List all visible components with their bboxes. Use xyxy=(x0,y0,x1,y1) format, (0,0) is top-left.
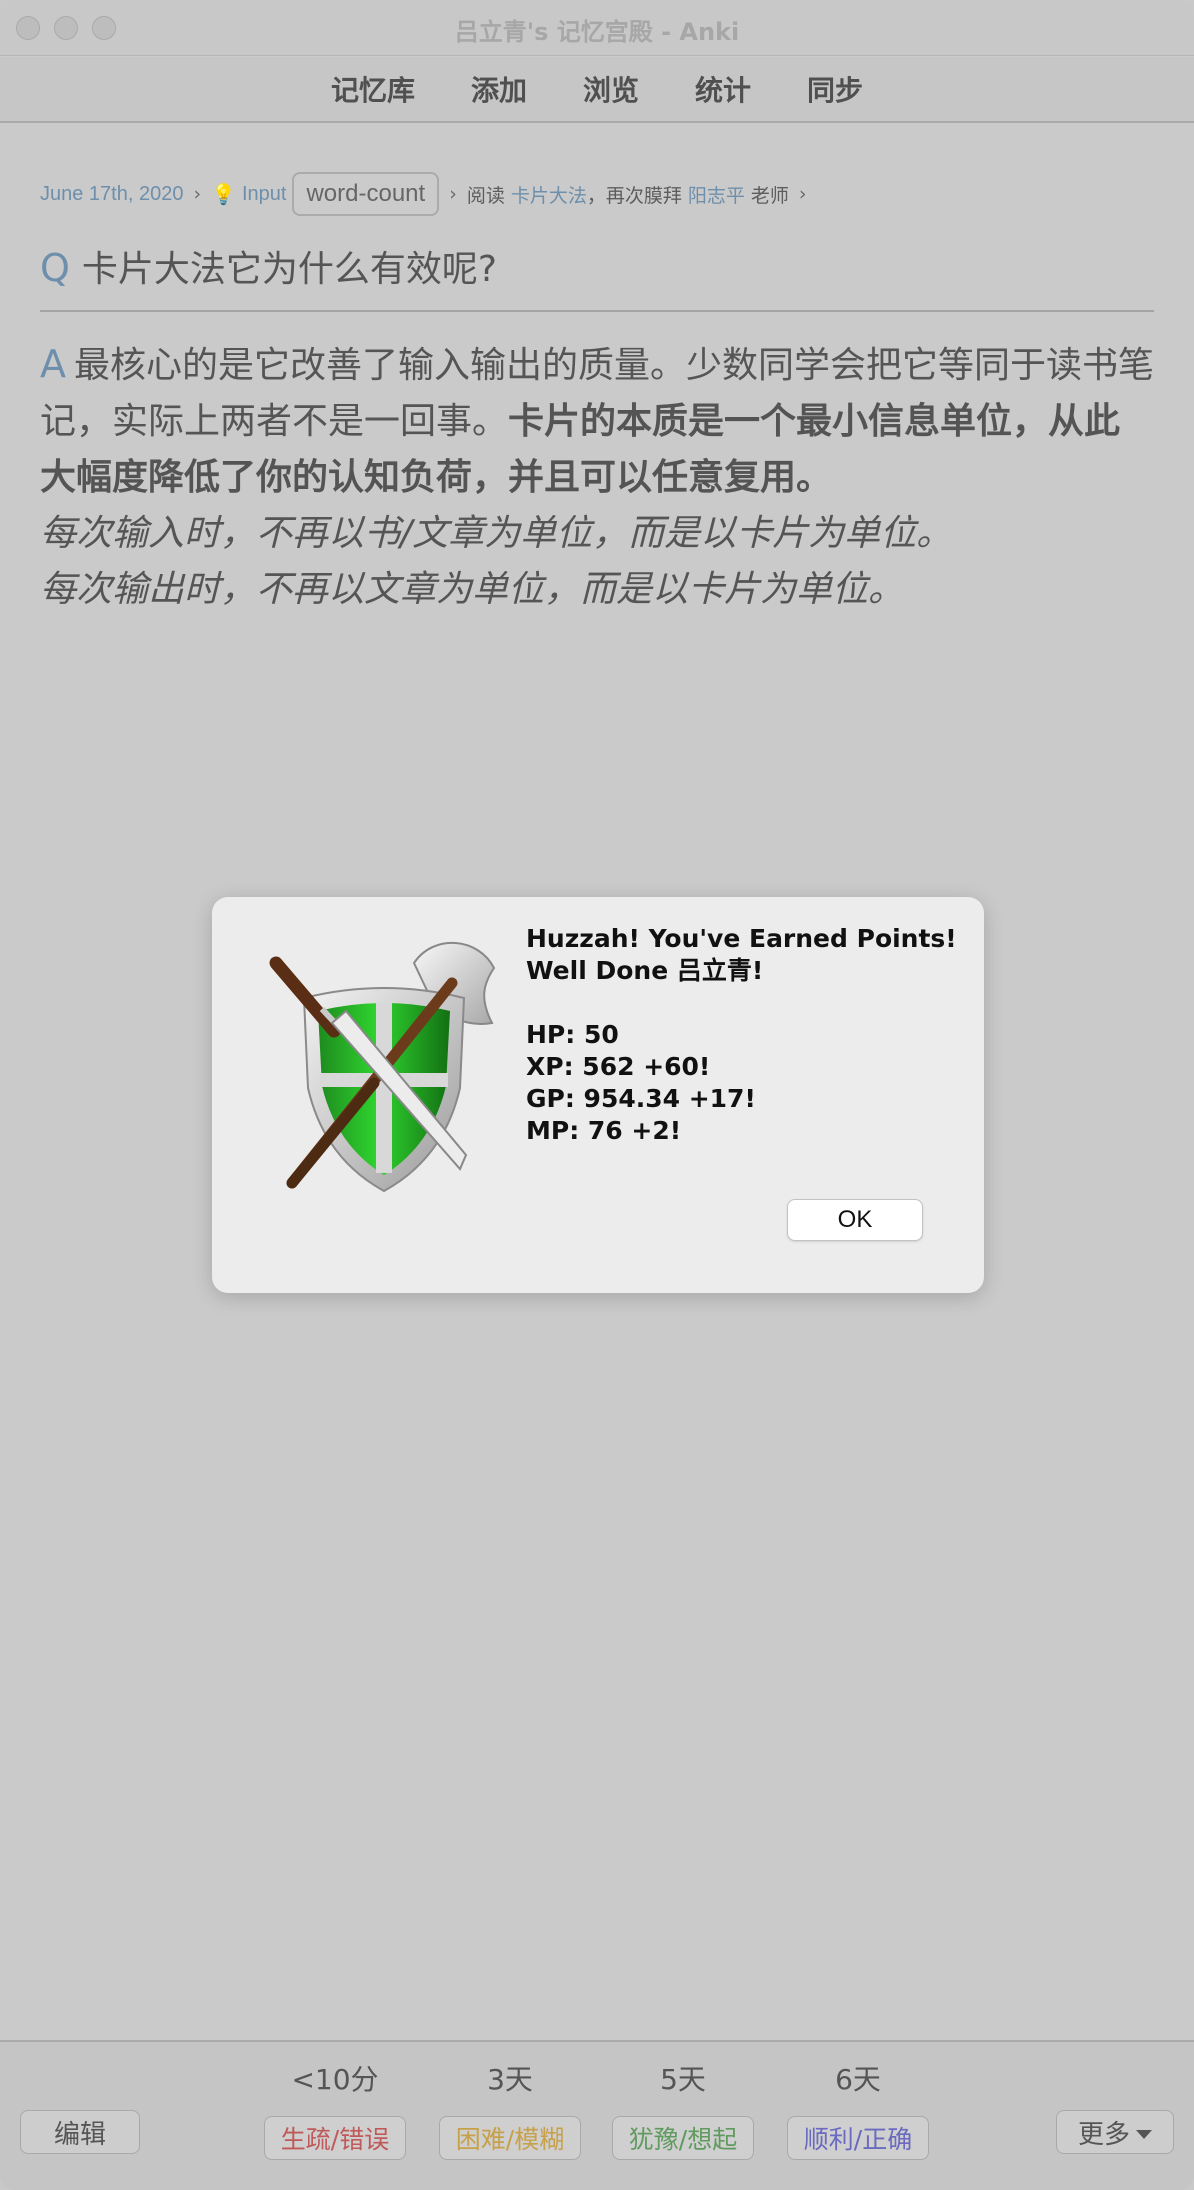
ok-button[interactable]: OK xyxy=(787,1199,923,1241)
breadcrumb-middle-text: ，再次膜拜 xyxy=(586,184,682,207)
anki-window: 吕立青's 记忆宫殿 - Anki 记忆库 添加 浏览 统计 同步 June 1… xyxy=(0,0,1194,2190)
answer-marker: A xyxy=(40,342,66,386)
again-button[interactable]: 生疏/错误 xyxy=(264,2116,406,2160)
breadcrumb-separator: › xyxy=(798,183,807,205)
gp-stat: GP: 954.34 +17! xyxy=(526,1084,756,1113)
breadcrumb-date[interactable]: June 17th, 2020 xyxy=(40,183,183,206)
toolbar-sync[interactable]: 同步 xyxy=(807,69,863,109)
xp-stat: XP: 562 +60! xyxy=(526,1052,711,1081)
answer-italic-line-1: 每次输入时，不再以书/文章为单位，而是以卡片为单位。 xyxy=(40,513,953,554)
question-text: 卡片大法它为什么有效呢? xyxy=(81,249,498,290)
answer: A 最核心的是它改善了输入输出的质量。少数同学会把它等同于读书笔记，实际上两者不是… xyxy=(40,336,1154,618)
ease-easy: 6天 顺利/正确 xyxy=(783,2060,933,2160)
question-marker: Q xyxy=(40,246,70,290)
hp-stat: HP: 50 xyxy=(526,1020,619,1049)
dialog-greeting: Well Done 吕立青! xyxy=(526,956,764,985)
caret-down-icon xyxy=(1136,2129,1152,2139)
toolbar-decks[interactable]: 记忆库 xyxy=(331,69,415,109)
more-button[interactable]: 更多 xyxy=(1056,2110,1174,2154)
hard-button[interactable]: 困难/模糊 xyxy=(439,2116,581,2160)
easy-button[interactable]: 顺利/正确 xyxy=(787,2116,929,2160)
window-title: 吕立青's 记忆宫殿 - Anki xyxy=(454,18,740,46)
breadcrumb-read-text: 阅读 xyxy=(466,184,505,207)
breadcrumb-suffix: 老师 xyxy=(750,184,789,207)
ease-again: <10分 生疏/错误 xyxy=(260,2060,410,2160)
breadcrumb-separator: › xyxy=(193,183,202,205)
breadcrumb-input[interactable]: Input xyxy=(242,183,286,206)
edit-button[interactable]: 编辑 xyxy=(20,2110,140,2154)
shield-swords-icon xyxy=(264,923,504,1193)
ease-interval: 5天 xyxy=(660,2063,706,2096)
question: Q 卡片大法它为什么有效呢? xyxy=(40,240,1154,292)
breadcrumb-separator: › xyxy=(449,183,457,205)
lightbulb-icon: 💡 xyxy=(211,182,236,206)
answer-italic-line-2: 每次输出时，不再以文章为单位，而是以卡片为单位。 xyxy=(40,569,905,610)
toolbar-add[interactable]: 添加 xyxy=(471,69,527,109)
toolbar-stats[interactable]: 统计 xyxy=(695,69,751,109)
mp-stat: MP: 76 +2! xyxy=(526,1116,682,1145)
book-link[interactable]: 卡片大法 xyxy=(511,181,587,208)
dialog-message: Huzzah! You've Earned Points! Well Done … xyxy=(526,923,966,1147)
ease-interval: 6天 xyxy=(835,2063,881,2096)
ease-interval: <10分 xyxy=(291,2063,379,2096)
ease-interval: 3天 xyxy=(487,2063,533,2096)
toolbar-browse[interactable]: 浏览 xyxy=(583,69,639,109)
word-count-tag: word-count xyxy=(292,172,440,216)
author-link[interactable]: 阳志平 xyxy=(688,181,745,208)
breadcrumb: June 17th, 2020 › 💡 Input word-count › 阅… xyxy=(40,170,1154,218)
title-bar: 吕立青's 记忆宫殿 - Anki xyxy=(0,0,1194,56)
review-bottom-bar: 编辑 <10分 生疏/错误 3天 困难/模糊 5天 犹豫/想起 6天 顺利/正确… xyxy=(0,2040,1194,2190)
more-label: 更多 xyxy=(1077,2119,1130,2150)
good-button[interactable]: 犹豫/想起 xyxy=(612,2116,754,2160)
ease-hard: 3天 困难/模糊 xyxy=(435,2060,585,2160)
main-toolbar: 记忆库 添加 浏览 统计 同步 xyxy=(0,57,1194,123)
ease-good: 5天 犹豫/想起 xyxy=(608,2060,758,2160)
points-dialog: Huzzah! You've Earned Points! Well Done … xyxy=(212,897,984,1293)
divider xyxy=(40,310,1154,312)
dialog-headline: Huzzah! You've Earned Points! xyxy=(526,924,957,953)
